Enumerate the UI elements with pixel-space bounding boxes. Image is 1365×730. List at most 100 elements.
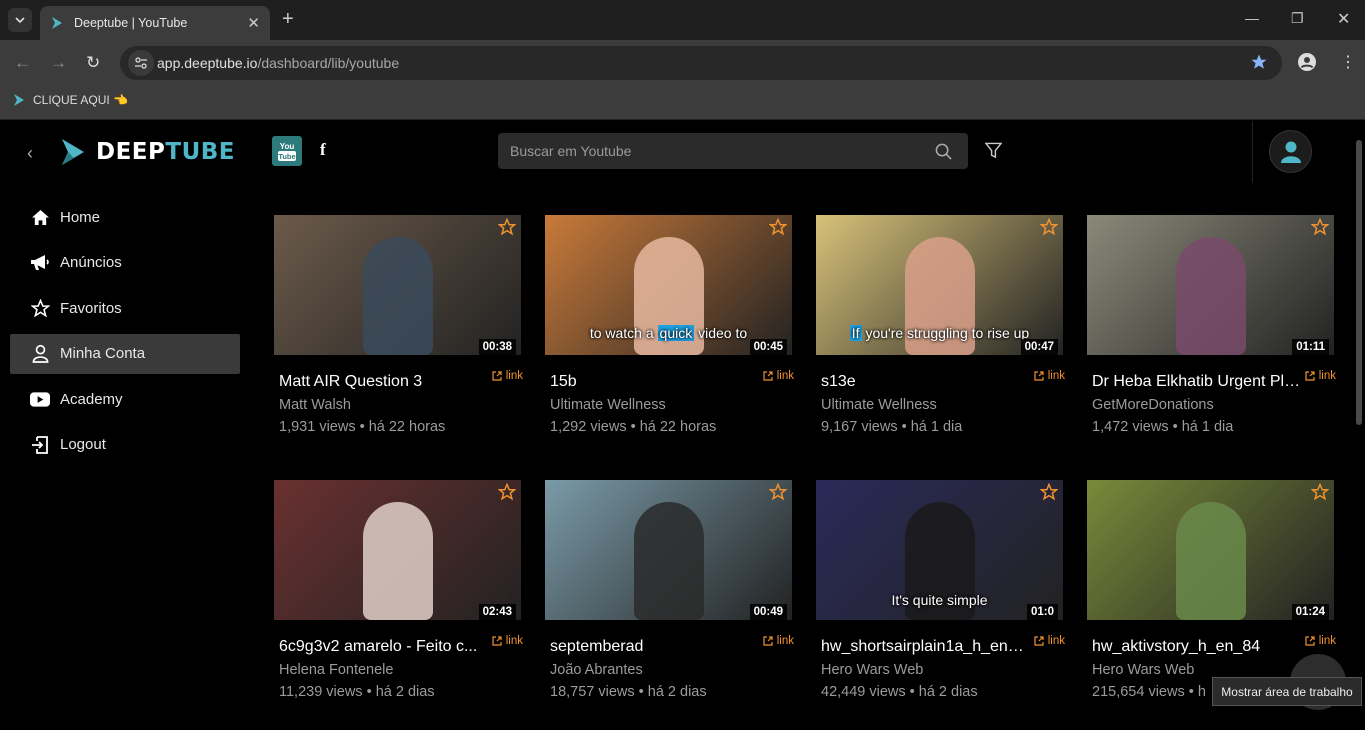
browser-profile-icon[interactable] [1297,52,1317,72]
browser-menu-icon[interactable]: ⋮ [1340,52,1356,72]
video-title[interactable]: septemberad [550,638,760,656]
sidebar-item-label: Home [60,208,101,226]
favorite-star-icon[interactable] [1040,218,1058,236]
video-thumbnail[interactable]: 00:38 [274,215,521,355]
video-thumbnail[interactable]: 02:43 [274,480,521,620]
caption-highlight: If [849,325,862,341]
sidebar-item-label: Anúncios [60,254,122,271]
favorite-star-icon[interactable] [1311,483,1329,501]
youtube-source-button[interactable]: You Tube [272,136,302,166]
favorite-star-icon[interactable] [1311,218,1329,236]
reload-icon[interactable]: ↻ [86,53,100,73]
video-card[interactable]: It's quite simple 01:0 link hw_shortsair… [816,480,1065,730]
show-desktop-tooltip: Mostrar área de trabalho [1212,677,1362,706]
site-settings-icon[interactable] [128,50,154,76]
video-channel[interactable]: Ultimate Wellness [821,397,1061,413]
window-close-button[interactable]: ✕ [1337,9,1350,29]
deeptube-app: ‹ DEEPTUBE Home Anúncios Favoritos Minha… [0,121,1365,721]
url-host: app.deeptube.io [157,55,258,71]
logo-part-deep: DEEP [96,139,166,165]
favorite-star-icon[interactable] [1040,483,1058,501]
sidebar-item-label: Minha Conta [60,345,146,362]
video-duration: 00:47 [1020,339,1058,355]
scrollbar-thumb[interactable] [1356,140,1362,425]
logo-part-tube: TUBE [165,139,235,165]
video-title[interactable]: hw_aktivstory_h_en_84 [1092,638,1302,656]
video-card[interactable]: 00:38 link Matt AIR Question 3 Matt Wals… [274,215,523,465]
avatar-person-icon [1280,141,1301,163]
video-thumbnail[interactable]: If you're struggling to rise up 00:47 [816,215,1063,355]
tab-close-icon[interactable]: ✕ [247,14,260,32]
favorite-star-icon[interactable] [498,218,516,236]
user-icon [30,344,50,364]
collapse-sidebar-chevron-icon[interactable]: ‹ [27,143,33,164]
video-meta: hw_shortsairplain1a_h_en_60 Hero Wars We… [821,638,1061,700]
search-icon[interactable] [935,143,952,160]
page-scrollbar[interactable] [1356,136,1362,706]
video-title[interactable]: Dr Heba Elkhatib Urgent Ple... [1092,373,1302,391]
minimize-button[interactable]: ― [1245,10,1259,26]
tab-search-button[interactable] [8,8,32,32]
video-title[interactable]: 15b [550,373,760,391]
video-title[interactable]: s13e [821,373,1031,391]
sidebar-item-minha-conta[interactable]: Minha Conta [10,333,240,374]
restore-button[interactable]: ❐ [1291,10,1304,27]
forward-arrow-icon[interactable]: → [50,53,67,73]
video-thumbnail[interactable]: to watch a quick video to 00:45 [545,215,792,355]
new-tab-button[interactable]: + [282,8,294,31]
deeptube-bookmark-icon [14,94,24,106]
video-card[interactable]: to watch a quick video to 00:45 link 15b… [545,215,794,465]
favorite-star-icon[interactable] [769,218,787,236]
video-stats: 42,449 views • há 2 dias [821,684,978,700]
video-stats: 9,167 views • há 1 dia [821,419,963,435]
video-channel[interactable]: Ultimate Wellness [550,397,790,413]
favorite-star-icon[interactable] [498,483,516,501]
favorite-star-icon[interactable] [769,483,787,501]
video-channel[interactable]: Helena Fontenele [279,662,519,678]
back-arrow-icon[interactable]: ← [14,53,31,73]
facebook-source-button[interactable]: f [320,140,326,160]
video-duration: 00:38 [478,339,516,355]
video-duration: 01:0 [1026,604,1058,620]
bookmark-star-icon[interactable] [1250,53,1268,71]
bookmark-clique-aqui[interactable]: CLIQUE AQUI 👈 [12,93,128,107]
thumbnail-subject-shape [362,502,433,620]
video-thumbnail[interactable]: 01:24 [1087,480,1334,620]
video-duration: 00:49 [749,604,787,620]
video-thumbnail[interactable]: It's quite simple 01:0 [816,480,1063,620]
video-channel[interactable]: GetMoreDonations [1092,397,1332,413]
megaphone-icon [30,253,50,273]
video-channel[interactable]: Hero Wars Web [821,662,1061,678]
url-text: app.deeptube.io/dashboard/lib/youtube [157,55,399,71]
video-card[interactable]: 01:11 link Dr Heba Elkhatib Urgent Ple..… [1087,215,1336,465]
video-channel[interactable]: Matt Walsh [279,397,519,413]
video-thumbnail[interactable]: 00:49 [545,480,792,620]
search-input[interactable] [510,133,910,169]
video-card[interactable]: 00:49 link septemberad João Abrantes 18,… [545,480,794,730]
app-topbar: You Tube f [250,121,1365,183]
filter-icon[interactable] [985,142,1002,159]
video-thumbnail[interactable]: 01:11 [1087,215,1334,355]
video-channel[interactable]: João Abrantes [550,662,790,678]
caption-text: video to [694,325,748,341]
topbar-divider [1252,121,1253,183]
video-meta: 15b Ultimate Wellness 1,292 views • há 2… [550,373,790,435]
video-duration: 00:45 [749,339,787,355]
sidebar-item-logout[interactable]: Logout [10,425,240,465]
sidebar-item-anuncios[interactable]: Anúncios [10,243,240,283]
sidebar-item-academy[interactable]: Academy [10,379,240,419]
sidebar-item-label: Logout [60,436,106,453]
sidebar-item-favoritos[interactable]: Favoritos [10,288,240,328]
video-title[interactable]: Matt AIR Question 3 [279,373,489,391]
video-meta: s13e Ultimate Wellness 9,167 views • há … [821,373,1061,435]
user-avatar[interactable] [1269,130,1312,173]
video-title[interactable]: 6c9g3v2 amarelo - Feito c... [279,638,489,656]
browser-tab[interactable]: Deeptube | YouTube ✕ [40,6,270,40]
video-card[interactable]: 02:43 link 6c9g3v2 amarelo - Feito c... … [274,480,523,730]
omnibox[interactable]: app.deeptube.io/dashboard/lib/youtube [120,46,1282,80]
video-duration: 02:43 [478,604,516,620]
deeptube-logo[interactable]: DEEPTUBE [60,138,235,166]
sidebar-item-home[interactable]: Home [10,197,240,237]
video-card[interactable]: If you're struggling to rise up 00:47 li… [816,215,1065,465]
video-title[interactable]: hw_shortsairplain1a_h_en_60 [821,638,1031,656]
